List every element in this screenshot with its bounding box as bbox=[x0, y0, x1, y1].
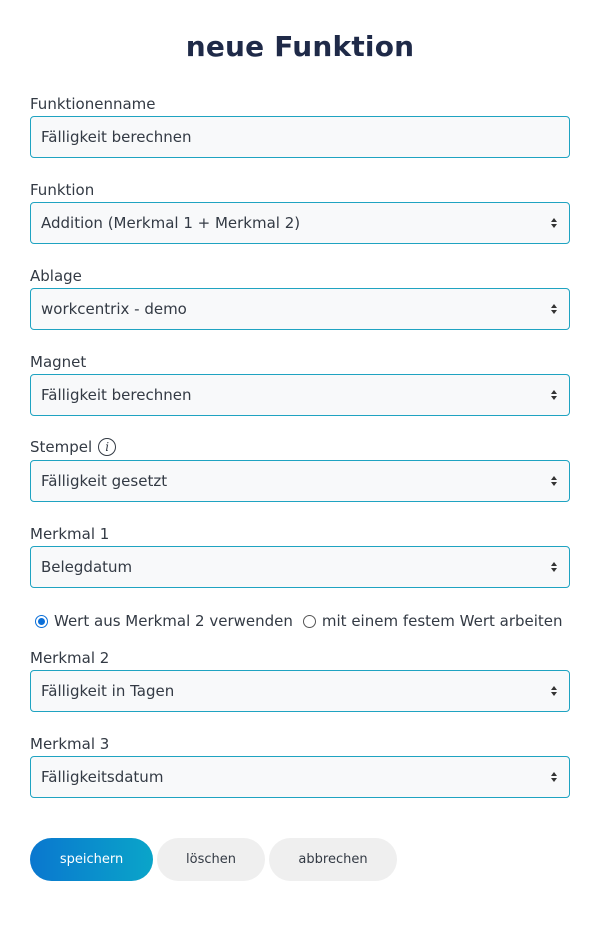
feature1-select-value: Belegdatum bbox=[41, 558, 133, 576]
save-button[interactable]: speichern bbox=[30, 838, 153, 881]
feature2-label: Merkmal 2 bbox=[30, 649, 109, 667]
feature3-select-value: Fälligkeitsdatum bbox=[41, 768, 164, 786]
stamp-select-value: Fälligkeit gesetzt bbox=[41, 472, 168, 490]
function-select-value: Addition (Merkmal 1 + Merkmal 2) bbox=[41, 214, 301, 232]
radio-label-fixed-value: mit einem festem Wert arbeiten bbox=[321, 612, 563, 630]
function-name-value: Fälligkeit berechnen bbox=[41, 128, 192, 146]
feature3-select[interactable]: Fälligkeitsdatum bbox=[30, 756, 570, 798]
storage-select[interactable]: workcentrix - demo bbox=[30, 288, 570, 330]
feature2-select-value: Fälligkeit in Tagen bbox=[41, 682, 175, 700]
info-icon[interactable]: i bbox=[98, 438, 117, 456]
feature1-select[interactable]: Belegdatum bbox=[30, 546, 570, 588]
name-label: Funktionenname bbox=[30, 95, 156, 113]
storage-label-text: Ablage bbox=[30, 267, 82, 285]
radio-button-checked[interactable] bbox=[35, 614, 48, 628]
radio-option-fixed-value[interactable]: mit einem festem Wert arbeiten bbox=[302, 612, 563, 630]
radio-label-feature2-value: Wert aus Merkmal 2 verwenden bbox=[54, 612, 293, 630]
select-arrows-icon bbox=[549, 562, 559, 572]
cancel-button[interactable]: abbrechen bbox=[269, 838, 397, 881]
function-select[interactable]: Addition (Merkmal 1 + Merkmal 2) bbox=[30, 202, 570, 244]
select-arrows-icon bbox=[549, 686, 559, 696]
magnet-label-text: Magnet bbox=[30, 353, 87, 371]
radio-option-feature2-value[interactable]: Wert aus Merkmal 2 verwenden bbox=[35, 612, 293, 630]
stamp-label-text: Stempel bbox=[30, 438, 93, 456]
page-title: neue Funktion bbox=[185, 30, 415, 63]
select-arrows-icon bbox=[549, 772, 559, 782]
magnet-select[interactable]: Fälligkeit berechnen bbox=[30, 374, 570, 416]
storage-label: Ablage bbox=[30, 267, 82, 285]
select-arrows-icon bbox=[549, 390, 559, 400]
magnet-select-value: Fälligkeit berechnen bbox=[41, 386, 192, 404]
feature3-label: Merkmal 3 bbox=[30, 735, 109, 753]
magnet-label: Magnet bbox=[30, 353, 86, 371]
feature1-label: Merkmal 1 bbox=[30, 525, 109, 543]
feature2-select[interactable]: Fälligkeit in Tagen bbox=[30, 670, 570, 712]
function-name-input[interactable]: Fälligkeit berechnen bbox=[30, 116, 570, 158]
storage-select-value: workcentrix - demo bbox=[41, 300, 187, 318]
delete-button[interactable]: löschen bbox=[157, 838, 265, 881]
feature3-label-text: Merkmal 3 bbox=[30, 735, 110, 753]
feature2-label-text: Merkmal 2 bbox=[30, 649, 110, 667]
radio-button-unchecked[interactable] bbox=[302, 614, 316, 628]
select-arrows-icon bbox=[549, 476, 559, 486]
value-mode-radio-group: Wert aus Merkmal 2 verwenden mit einem f… bbox=[35, 610, 573, 632]
stamp-label: Stempel i bbox=[30, 438, 117, 456]
name-label-text: Funktionenname bbox=[30, 95, 156, 113]
stamp-select[interactable]: Fälligkeit gesetzt bbox=[30, 460, 570, 502]
select-arrows-icon bbox=[549, 218, 559, 228]
select-arrows-icon bbox=[549, 304, 559, 314]
function-label-text: Funktion bbox=[30, 181, 95, 199]
function-label: Funktion bbox=[30, 181, 94, 199]
feature1-label-text: Merkmal 1 bbox=[30, 525, 110, 543]
